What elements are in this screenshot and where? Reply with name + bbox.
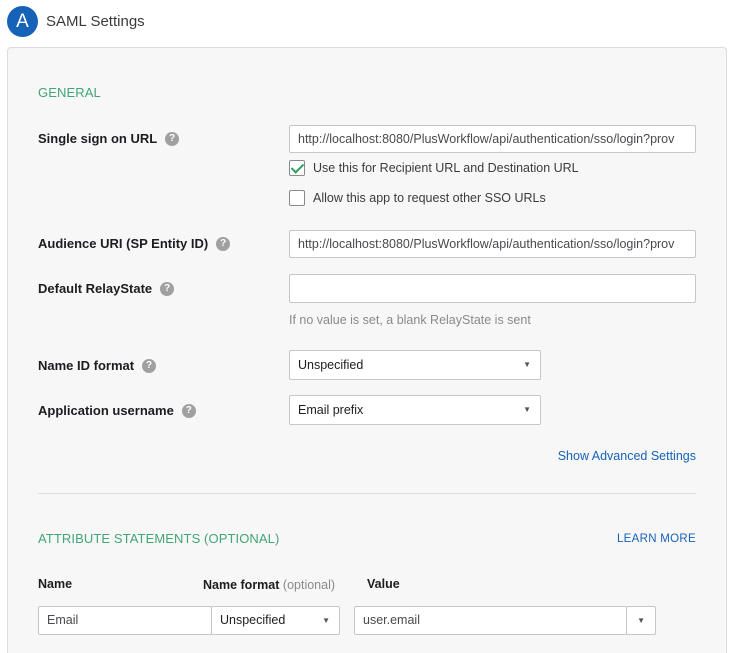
recipient-url-checkbox-label: Use this for Recipient URL and Destinati… [313,161,579,175]
column-header-name-format: Name format (optional) [203,578,335,592]
column-header-value: Value [367,577,400,591]
help-icon[interactable]: ? [181,403,196,418]
attribute-statements-title: ATTRIBUTE STATEMENTS (OPTIONAL) [38,531,280,546]
app-avatar: A [7,6,38,37]
attribute-format-select[interactable]: Unspecified ▼ [211,606,340,635]
help-icon[interactable]: ? [165,131,180,146]
recipient-url-checkbox-row[interactable]: Use this for Recipient URL and Destinati… [289,160,579,176]
relay-state-input[interactable] [289,274,696,303]
request-other-sso-checkbox-label: Allow this app to request other SSO URLs [313,191,546,205]
chevron-down-icon: ▼ [523,405,531,414]
chevron-down-icon: ▼ [637,616,645,625]
learn-more-link[interactable]: LEARN MORE [617,533,696,545]
column-header-name-format-text: Name format [203,578,280,592]
attribute-format-value: Unspecified [220,613,286,627]
name-id-format-value: Unspecified [298,358,364,372]
relay-state-hint: If no value is set, a blank RelayState i… [289,313,531,327]
sso-url-label-text: Single sign on URL [38,131,158,146]
relay-state-label-text: Default RelayState [38,281,153,296]
sso-url-label: Single sign on URL ? [38,131,180,146]
attribute-value-input[interactable]: user.email [354,606,627,635]
chevron-down-icon: ▼ [322,616,330,625]
show-advanced-settings-link[interactable]: Show Advanced Settings [558,449,696,463]
page-header: A SAML Settings [0,0,742,44]
name-id-format-label: Name ID format ? [38,358,157,373]
general-section-title: GENERAL [38,85,101,100]
name-id-format-select[interactable]: Unspecified ▼ [289,350,541,380]
column-header-name: Name [38,577,73,591]
attribute-name-input[interactable]: Email [38,606,212,635]
name-id-format-label-text: Name ID format [38,358,135,373]
page-title: SAML Settings [46,13,145,30]
relay-state-label: Default RelayState ? [38,281,175,296]
chevron-down-icon: ▼ [523,360,531,369]
app-username-value: Email prefix [298,403,364,417]
column-header-optional-note: (optional) [282,578,336,592]
request-other-sso-checkbox-row[interactable]: Allow this app to request other SSO URLs [289,190,546,206]
audience-uri-label: Audience URI (SP Entity ID) ? [38,236,231,251]
audience-uri-label-text: Audience URI (SP Entity ID) [38,236,209,251]
request-other-sso-checkbox[interactable] [289,190,305,206]
audience-uri-input[interactable]: http://localhost:8080/PlusWorkflow/api/a… [289,230,696,258]
app-username-label: Application username ? [38,403,196,418]
recipient-url-checkbox[interactable] [289,160,305,176]
saml-settings-card: GENERAL Single sign on URL ? http://loca… [7,47,727,653]
attribute-value-dropdown[interactable]: ▼ [626,606,656,635]
sso-url-input[interactable]: http://localhost:8080/PlusWorkflow/api/a… [289,125,696,153]
app-username-label-text: Application username [38,403,174,418]
section-divider [38,493,696,494]
help-icon[interactable]: ? [142,358,157,373]
help-icon[interactable]: ? [160,281,175,296]
app-username-select[interactable]: Email prefix ▼ [289,395,541,425]
help-icon[interactable]: ? [216,236,231,251]
